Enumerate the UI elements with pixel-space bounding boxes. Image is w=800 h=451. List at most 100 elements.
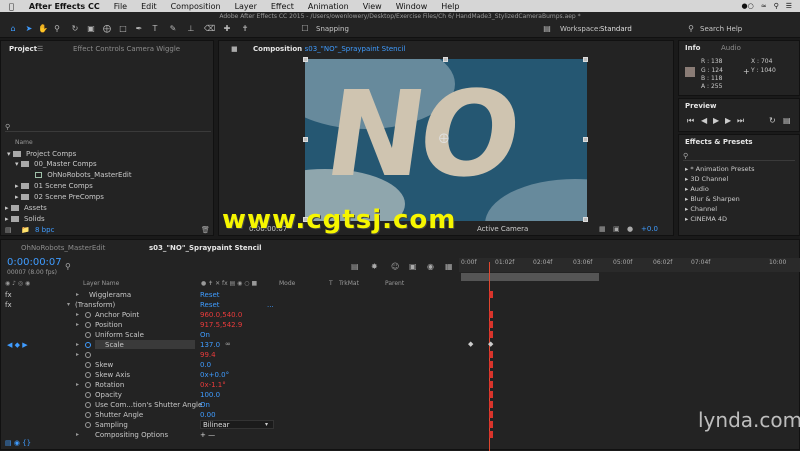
eraser-tool-icon[interactable]: ⌫ <box>204 24 215 34</box>
effects-search-input[interactable]: ⚲ <box>683 152 795 161</box>
effects-item-audio[interactable]: ▸ Audio <box>685 185 709 193</box>
time-ruler[interactable]: 0:00f 01:02f 02:04f 03:06f 05:00f 06:02f… <box>459 258 800 272</box>
twirl-right-icon[interactable]: ▸ <box>76 311 79 318</box>
keyframe-diamond-icon[interactable]: ◆ <box>468 340 473 348</box>
transform-handle[interactable] <box>443 57 448 62</box>
effects-item-cinema4d[interactable]: ▸ CINEMA 4D <box>685 215 727 223</box>
menu-list-icon[interactable]: ☰ <box>786 2 792 10</box>
interpret-footage-icon[interactable]: ▤ <box>5 226 12 234</box>
frame-blend-icon[interactable]: ▣ <box>409 262 417 271</box>
exposure-value[interactable]: +0.0 <box>641 225 658 233</box>
project-search-field[interactable]: ⚲ <box>5 123 211 132</box>
link-icon[interactable]: ∞ <box>225 340 231 348</box>
position-value[interactable]: 917.5,542.9 <box>200 321 242 329</box>
twirl-right-icon[interactable]: ▸ <box>76 381 79 388</box>
reset-link[interactable]: Reset <box>200 291 220 299</box>
keyframe-marker[interactable] <box>489 371 493 378</box>
keyframe-marker[interactable] <box>489 431 493 438</box>
tab-effect-controls[interactable]: Effect Controls Camera Wiggle <box>73 43 180 56</box>
stopwatch-icon[interactable] <box>85 372 91 378</box>
first-frame-icon[interactable]: ⏮ <box>687 116 694 126</box>
stopwatch-icon[interactable] <box>85 352 91 358</box>
grid-icon[interactable]: ▦ <box>599 225 606 233</box>
effects-item-animation-presets[interactable]: ▸ * Animation Presets <box>685 165 755 173</box>
scale-value[interactable]: 137.0 <box>200 341 220 349</box>
stopwatch-icon[interactable] <box>85 402 91 408</box>
skew-value[interactable]: 0.0 <box>200 361 211 369</box>
tree-item-scene-comps[interactable]: ▸ 01 Scene Comps <box>15 182 93 190</box>
workspace-icon[interactable]: ▤ <box>542 24 552 34</box>
use-comp-shutter-value[interactable]: On <box>200 401 210 409</box>
prev-frame-icon[interactable]: ◀ <box>701 116 707 125</box>
brush-tool-icon[interactable]: ✎ <box>168 24 178 34</box>
more-options-icon[interactable]: ... <box>267 301 274 309</box>
panel-menu-icon[interactable]: ☰ <box>37 43 43 56</box>
snapping-checkbox[interactable]: ☐ <box>300 24 310 34</box>
keyframe-marker[interactable] <box>489 401 493 408</box>
keyframe-marker[interactable] <box>489 311 493 318</box>
zoom-tool-icon[interactable]: ⚲ <box>52 24 62 34</box>
pan-behind-tool-icon[interactable]: ⨁ <box>102 24 112 34</box>
lock-icon[interactable]: ■ <box>231 43 238 56</box>
stopwatch-icon[interactable] <box>85 312 91 318</box>
transform-handle[interactable] <box>583 57 588 62</box>
menu-effect[interactable]: Effect <box>264 2 301 11</box>
column-name-header[interactable]: Name <box>15 139 33 146</box>
twirl-right-icon[interactable]: ▸ <box>76 431 79 438</box>
effects-item-channel[interactable]: ▸ Channel <box>685 205 717 213</box>
transform-handle[interactable] <box>303 57 308 62</box>
timeline-tab-stencil[interactable]: s03_"NO"_Spraypaint Stencil <box>149 242 262 255</box>
shy-icon[interactable]: ☺ <box>391 262 399 271</box>
camera-tool-icon[interactable]: ▣ <box>86 24 96 34</box>
parent-header[interactable]: Parent <box>385 280 404 287</box>
tree-item-master-comps[interactable]: ▾ 00_Master Comps <box>15 160 97 168</box>
keyframe-marker[interactable] <box>489 331 493 338</box>
graph-editor-icon[interactable]: ▦ <box>445 262 453 271</box>
tab-info[interactable]: Info <box>685 42 700 55</box>
search-help-input[interactable]: Search Help <box>700 25 742 33</box>
uniform-scale-value[interactable]: On <box>200 331 210 339</box>
comp-mini-flowchart-icon[interactable]: ▤ <box>351 262 359 271</box>
tree-item-assets[interactable]: ▸ Assets <box>5 204 47 212</box>
toggle-icon[interactable]: ●○ <box>741 2 753 10</box>
prop-wigglerama[interactable]: Wigglerama <box>89 291 131 299</box>
active-camera-dropdown[interactable]: Active Camera <box>477 225 528 233</box>
last-frame-icon[interactable]: ⏭ <box>737 116 744 126</box>
stopwatch-icon[interactable] <box>85 412 91 418</box>
hand-tool-icon[interactable]: ✋ <box>38 24 48 34</box>
menu-app-name[interactable]: After Effects CC <box>22 2 107 11</box>
stopwatch-icon[interactable] <box>85 362 91 368</box>
menu-layer[interactable]: Layer <box>228 2 264 11</box>
anchor-point-value[interactable]: 960.0,540.0 <box>200 311 242 319</box>
sampling-dropdown[interactable]: Bilinear ▾ <box>200 420 274 429</box>
draft-3d-icon[interactable]: ✸ <box>371 262 378 271</box>
bpc-toggle[interactable]: 8 bpc <box>35 226 54 234</box>
menu-composition[interactable]: Composition <box>164 2 228 11</box>
roto-brush-tool-icon[interactable]: ✚ <box>222 24 232 34</box>
tree-item-master-edit[interactable]: OhNoRobots_MasterEdit <box>35 171 132 179</box>
effects-item-blur-sharpen[interactable]: ▸ Blur & Sharpen <box>685 195 740 203</box>
tab-composition[interactable]: Composition s03_"NO"_Spraypaint Stencil <box>253 43 405 56</box>
keyframe-diamond-icon[interactable]: ◆ <box>488 340 493 348</box>
search-help-icon[interactable]: ⚲ <box>686 24 696 34</box>
timeline-tab-master-edit[interactable]: OhNoRobots_MasterEdit <box>21 242 105 255</box>
keyframe-marker[interactable] <box>489 361 493 368</box>
play-icon[interactable]: ▶ <box>713 116 719 125</box>
trkmat-header[interactable]: TrkMat <box>339 280 359 287</box>
wifi-icon[interactable]: ≈ <box>761 2 767 10</box>
compositing-add-remove[interactable]: + — <box>200 431 215 439</box>
effects-item-3d-channel[interactable]: ▸ 3D Channel <box>685 175 728 183</box>
ram-preview-icon[interactable]: ▤ <box>783 116 791 125</box>
transform-handle[interactable] <box>583 217 588 222</box>
stopwatch-icon[interactable] <box>85 332 91 338</box>
tab-audio[interactable]: Audio <box>721 42 741 55</box>
skew-axis-value[interactable]: 0x+0.0° <box>200 371 229 379</box>
keyframe-marker[interactable] <box>489 321 493 328</box>
tree-item-project-comps[interactable]: ▾ Project Comps <box>7 150 76 158</box>
menu-animation[interactable]: Animation <box>301 2 356 11</box>
stopwatch-icon[interactable] <box>85 382 91 388</box>
search-icon[interactable]: ⚲ <box>774 2 779 10</box>
next-frame-icon[interactable]: ▶ <box>725 116 731 125</box>
rectangle-tool-icon[interactable]: □ <box>118 24 128 34</box>
tree-item-solids[interactable]: ▸ Solids <box>5 215 45 223</box>
